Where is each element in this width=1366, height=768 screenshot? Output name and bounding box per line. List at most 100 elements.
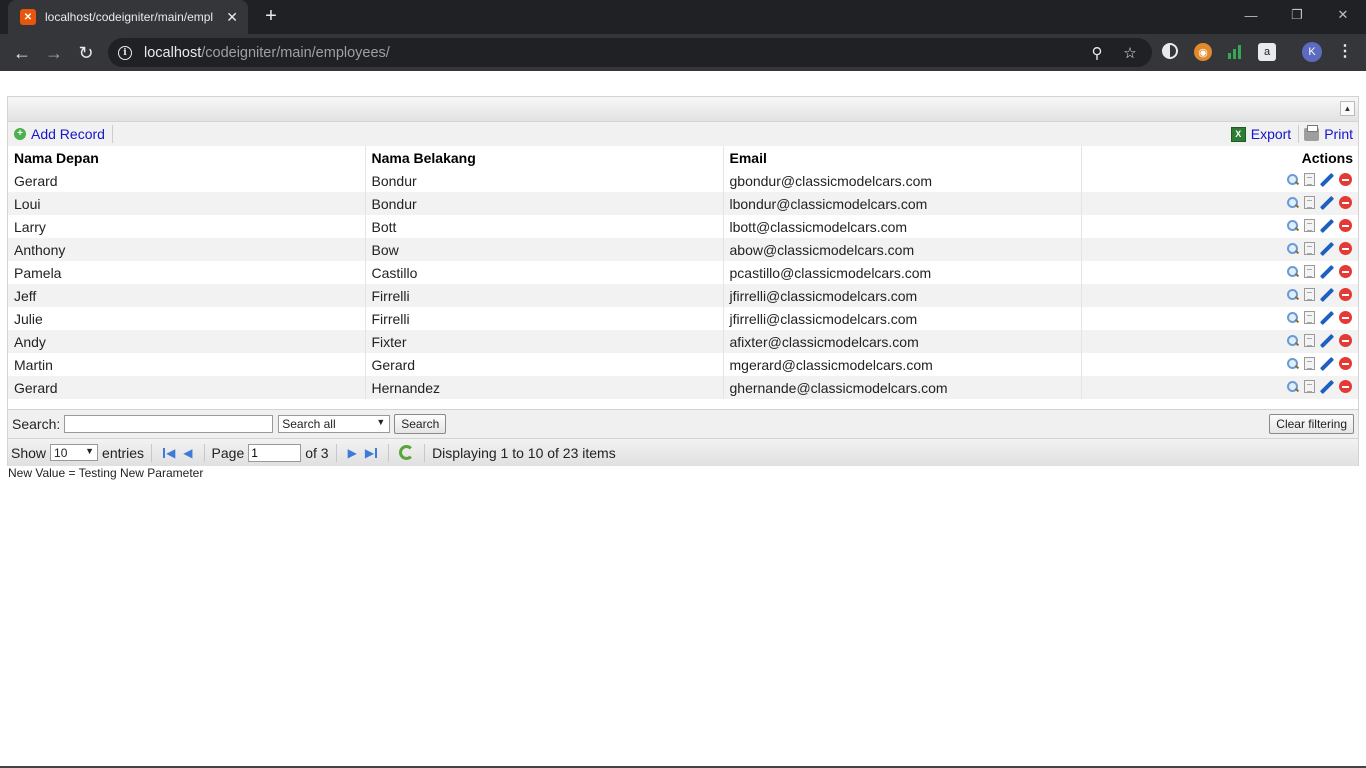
delete-icon[interactable] — [1339, 357, 1352, 370]
clone-icon[interactable] — [1304, 265, 1315, 278]
dark-mode-extension-icon[interactable] — [1162, 43, 1178, 59]
delete-icon[interactable] — [1339, 311, 1352, 324]
browser-tab[interactable]: ✕ localhost/codeigniter/main/empl ✕ — [8, 0, 248, 34]
cell-actions — [1081, 169, 1358, 192]
browser-tab-strip: ✕ localhost/codeigniter/main/empl ✕ + — … — [0, 0, 1366, 34]
info-icon[interactable]: i — [118, 45, 132, 60]
per-page-select[interactable]: 10 ▼ — [50, 444, 99, 461]
table-row: Martin Gerard mgerard@classicmodelcars.com — [8, 353, 1358, 376]
chevron-down-icon: ▼ — [85, 446, 95, 456]
cell-email: gbondur@classicmodelcars.com — [723, 169, 1082, 192]
clone-icon[interactable] — [1304, 288, 1315, 301]
cell-email: jfirrelli@classicmodelcars.com — [723, 307, 1082, 330]
cell-email: afixter@classicmodelcars.com — [723, 330, 1082, 353]
bookmark-star-icon[interactable]: ☆ — [1121, 44, 1139, 62]
edit-pencil-icon[interactable] — [1320, 265, 1334, 279]
edit-pencil-icon[interactable] — [1320, 334, 1334, 348]
cell-actions — [1081, 261, 1358, 284]
page-count-label: of 3 — [305, 444, 329, 461]
clone-icon[interactable] — [1304, 196, 1315, 209]
stats-extension-icon[interactable] — [1226, 43, 1244, 61]
edit-pencil-icon[interactable] — [1320, 242, 1334, 256]
delete-icon[interactable] — [1339, 242, 1352, 255]
collapse-grid-button[interactable]: ▲ — [1340, 101, 1355, 116]
page-number-input[interactable] — [248, 443, 302, 462]
delete-icon[interactable] — [1339, 288, 1352, 301]
edit-pencil-icon[interactable] — [1320, 311, 1334, 325]
cell-last-name: Firrelli — [365, 284, 724, 307]
edit-pencil-icon[interactable] — [1320, 288, 1334, 302]
zoom-icon[interactable]: ⚲ — [1088, 44, 1106, 62]
minimize-icon[interactable]: — — [1228, 0, 1274, 30]
back-arrow-icon[interactable]: ← — [8, 39, 36, 67]
new-tab-icon[interactable]: + — [260, 5, 282, 27]
search-bar: Search: Search all ▼ Search Clear filter… — [8, 409, 1358, 438]
cell-last-name: Gerard — [365, 353, 724, 376]
view-icon[interactable] — [1287, 380, 1299, 393]
export-button[interactable]: X Export — [1226, 125, 1300, 143]
amazon-extension-icon[interactable]: a — [1258, 43, 1276, 61]
delete-icon[interactable] — [1339, 219, 1352, 232]
table-row: Julie Firrelli jfirrelli@classicmodelcars.… — [8, 307, 1358, 330]
clone-icon[interactable] — [1304, 357, 1315, 370]
table-header-row: Nama Depan Nama Belakang Email Actions — [8, 146, 1358, 169]
search-label: Search: — [12, 416, 61, 432]
search-input[interactable] — [64, 415, 274, 433]
owl-extension-icon[interactable]: ◉ — [1194, 43, 1212, 61]
close-tab-icon[interactable]: ✕ — [226, 9, 238, 26]
column-header-first-name[interactable]: Nama Depan — [8, 146, 366, 169]
edit-pencil-icon[interactable] — [1320, 196, 1334, 210]
parameter-note: New Value = Testing New Parameter — [8, 466, 204, 480]
forward-arrow-icon[interactable]: → — [40, 39, 68, 67]
view-icon[interactable] — [1287, 173, 1299, 186]
employee-grid: ▲ + Add Record X Export Print Nama Depan… — [7, 96, 1359, 466]
view-icon[interactable] — [1287, 311, 1299, 324]
reload-icon[interactable]: ↻ — [72, 39, 100, 67]
restore-icon[interactable]: ❐ — [1274, 0, 1320, 30]
close-window-icon[interactable]: ✕ — [1320, 0, 1366, 30]
clone-icon[interactable] — [1304, 380, 1315, 393]
column-header-email[interactable]: Email — [723, 146, 1082, 169]
delete-icon[interactable] — [1339, 173, 1352, 186]
printer-icon — [1304, 124, 1320, 141]
browser-menu-icon[interactable]: ⋮ — [1337, 42, 1353, 62]
view-icon[interactable] — [1287, 334, 1299, 347]
search-button[interactable]: Search — [394, 414, 447, 434]
profile-avatar[interactable]: K — [1302, 42, 1322, 62]
clone-icon[interactable] — [1304, 219, 1315, 232]
clone-icon[interactable] — [1304, 242, 1315, 255]
view-icon[interactable] — [1287, 196, 1299, 209]
view-icon[interactable] — [1287, 265, 1299, 278]
view-icon[interactable] — [1287, 242, 1299, 255]
table-row: Larry Bott lbott@classicmodelcars.com — [8, 215, 1358, 238]
next-page-icon[interactable]: ▶ — [348, 446, 357, 460]
refresh-icon[interactable] — [399, 445, 415, 460]
edit-pencil-icon[interactable] — [1320, 357, 1334, 371]
delete-icon[interactable] — [1339, 380, 1352, 393]
cell-first-name: Gerard — [8, 169, 366, 192]
cell-actions — [1081, 192, 1358, 215]
previous-page-icon[interactable]: ◀ — [183, 446, 192, 460]
pager-divider — [335, 443, 337, 462]
delete-icon[interactable] — [1339, 334, 1352, 347]
clone-icon[interactable] — [1304, 173, 1315, 186]
edit-pencil-icon[interactable] — [1320, 219, 1334, 233]
view-icon[interactable] — [1287, 219, 1299, 232]
edit-pencil-icon[interactable] — [1320, 380, 1334, 394]
edit-pencil-icon[interactable] — [1320, 173, 1334, 187]
delete-icon[interactable] — [1339, 265, 1352, 278]
column-header-actions: Actions — [1081, 146, 1358, 169]
clear-filtering-button[interactable]: Clear filtering — [1269, 414, 1354, 434]
first-page-icon[interactable]: ◀ — [163, 446, 175, 460]
last-page-icon[interactable]: ▶ — [365, 446, 377, 460]
view-icon[interactable] — [1287, 357, 1299, 370]
search-field-select[interactable]: Search all ▼ — [278, 415, 391, 433]
clone-icon[interactable] — [1304, 334, 1315, 347]
address-bar[interactable]: i localhost/codeigniter/main/employees/ … — [108, 38, 1152, 67]
column-header-last-name[interactable]: Nama Belakang — [365, 146, 724, 169]
delete-icon[interactable] — [1339, 196, 1352, 209]
print-button[interactable]: Print — [1299, 124, 1353, 143]
add-record-button[interactable]: + Add Record — [14, 125, 113, 143]
view-icon[interactable] — [1287, 288, 1299, 301]
clone-icon[interactable] — [1304, 311, 1315, 324]
